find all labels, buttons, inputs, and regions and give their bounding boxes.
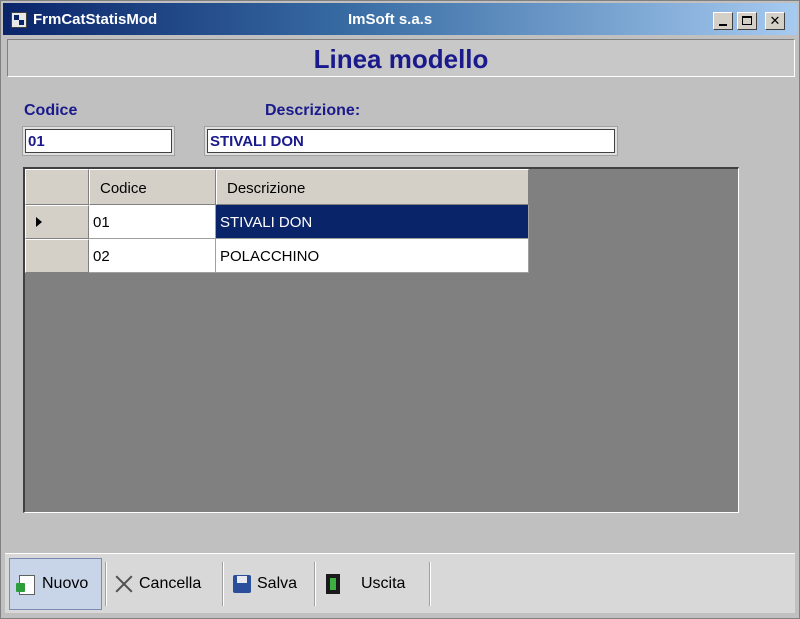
uscita-label: Uscita — [361, 575, 406, 592]
column-header-codice[interactable]: Codice — [89, 169, 216, 205]
toolbar-separator — [314, 562, 316, 606]
grid-corner-cell[interactable] — [25, 169, 89, 205]
cell-descrizione[interactable]: POLACCHINO — [216, 239, 529, 273]
toolbar-separator — [222, 562, 224, 606]
codice-field[interactable]: 01 — [22, 126, 175, 156]
delete-x-icon — [113, 573, 135, 595]
new-document-icon — [16, 573, 38, 595]
current-row-arrow-icon — [36, 217, 42, 227]
grid-header: Codice Descrizione — [25, 169, 529, 205]
codice-label: Codice — [24, 102, 78, 119]
data-grid[interactable]: Codice Descrizione 01 STIVALI DON 02 POL… — [23, 167, 739, 513]
nuovo-button[interactable]: Nuovo — [9, 558, 102, 610]
column-header-descrizione[interactable]: Descrizione — [216, 169, 529, 205]
salva-label: Salva — [257, 575, 298, 592]
window-title: FrmCatStatisMod — [33, 11, 158, 28]
header-panel: Linea modello — [7, 39, 795, 77]
bottom-toolbar: Nuovo Cancella Salva Uscita — [5, 553, 795, 613]
table-row[interactable]: 01 STIVALI DON — [25, 205, 529, 239]
company-name: ImSoft s.a.s — [348, 11, 433, 28]
descrizione-label: Descrizione: — [265, 102, 361, 119]
minimize-icon — [719, 24, 727, 26]
salva-button[interactable]: Salva — [227, 558, 313, 610]
cell-codice[interactable]: 01 — [89, 205, 216, 239]
title-bar[interactable]: FrmCatStatisMod ImSoft s.a.s ✕ — [3, 3, 797, 35]
uscita-button[interactable]: Uscita — [319, 558, 431, 610]
save-disk-icon — [231, 573, 253, 595]
table-row[interactable]: 02 POLACCHINO — [25, 239, 529, 273]
close-button[interactable]: ✕ — [765, 12, 785, 30]
toolbar-separator — [429, 562, 431, 606]
minimize-button[interactable] — [713, 12, 733, 30]
cell-codice[interactable]: 02 — [89, 239, 216, 273]
maximize-icon — [742, 16, 752, 25]
cell-descrizione[interactable]: STIVALI DON — [216, 205, 529, 239]
close-icon: ✕ — [769, 13, 781, 28]
cancella-label: Cancella — [139, 575, 202, 592]
maximize-button[interactable] — [737, 12, 757, 30]
descrizione-field[interactable]: STIVALI DON — [204, 126, 618, 156]
exit-door-icon — [323, 573, 345, 595]
page-title: Linea modello — [313, 44, 489, 74]
row-header[interactable] — [25, 205, 89, 239]
descrizione-field-value: STIVALI DON — [207, 129, 615, 153]
toolbar-separator — [105, 562, 107, 606]
main-window: FrmCatStatisMod ImSoft s.a.s ✕ Linea mod… — [0, 0, 800, 619]
row-header[interactable] — [25, 239, 89, 273]
nuovo-label: Nuovo — [42, 575, 89, 592]
codice-field-value: 01 — [25, 129, 172, 153]
app-icon[interactable] — [11, 12, 27, 28]
cancella-button[interactable]: Cancella — [109, 558, 221, 610]
